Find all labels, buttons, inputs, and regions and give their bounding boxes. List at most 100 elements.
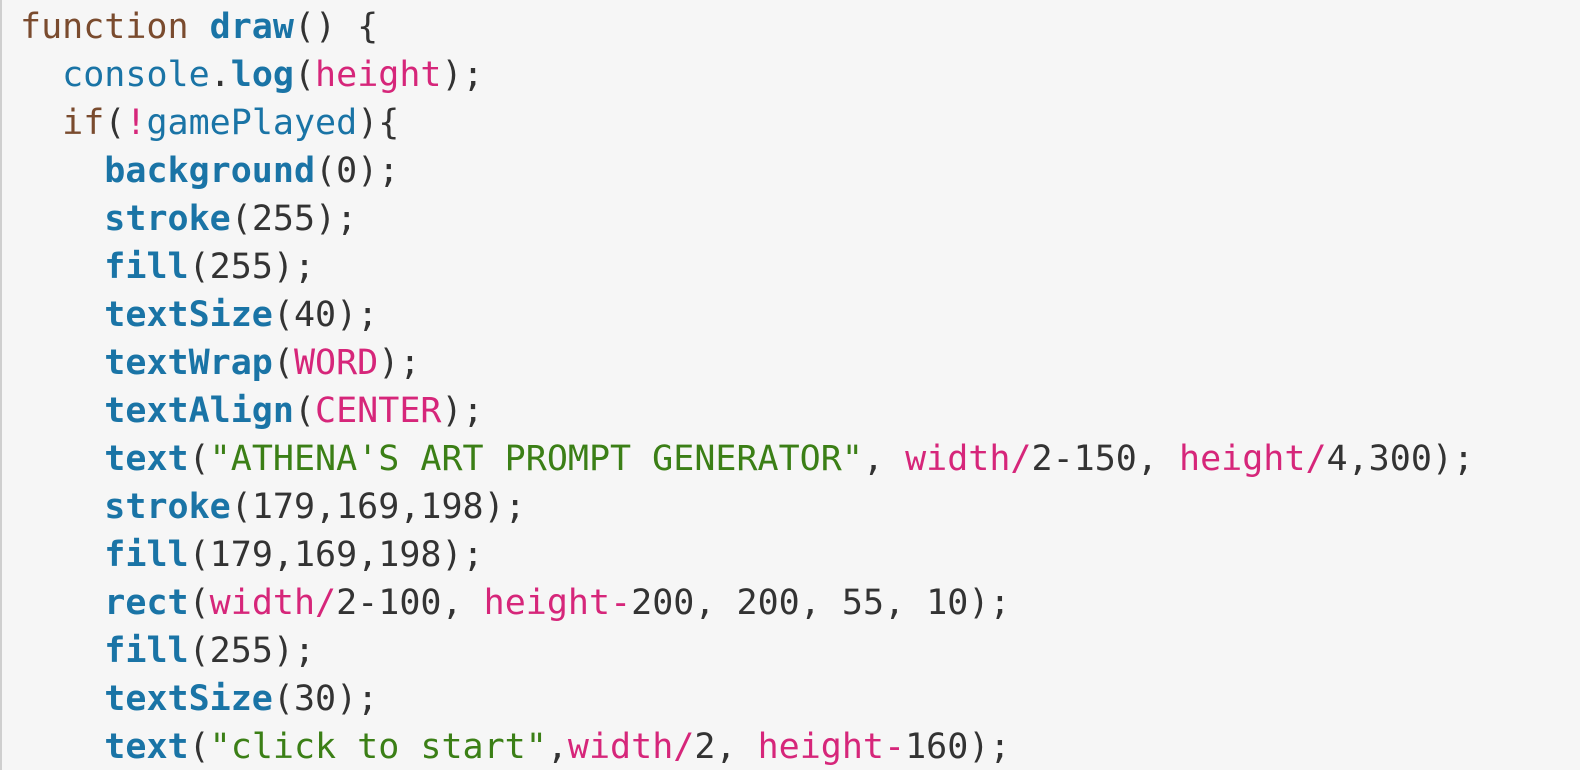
punctuation-token: (	[188, 535, 210, 575]
function-token: background	[104, 151, 316, 191]
code-line[interactable]: text("click to start",width/2, height-16…	[20, 723, 1580, 770]
punctuation-token: (	[272, 679, 294, 719]
number-token: 30	[293, 679, 337, 719]
punctuation-token	[20, 487, 104, 527]
number-token: 2-150	[1031, 439, 1137, 479]
code-block[interactable]: function draw() { console.log(height); i…	[2, 0, 1580, 770]
function-token: stroke	[104, 199, 231, 239]
function-token: rect	[104, 583, 189, 623]
code-line[interactable]: console.log(height);	[20, 51, 1580, 99]
punctuation-token: );	[336, 679, 379, 719]
operator-token: /	[1305, 439, 1327, 479]
variable-token: height	[757, 727, 885, 767]
punctuation-token: (	[293, 391, 316, 431]
punctuation-token: ){	[357, 103, 400, 143]
punctuation-token: ,	[1136, 439, 1180, 479]
number-token: 40	[293, 295, 337, 335]
code-line[interactable]: textSize(40);	[20, 291, 1580, 339]
punctuation-token: (	[315, 151, 337, 191]
string-token: "click to start"	[209, 727, 547, 767]
variable-token: CENTER	[315, 391, 442, 431]
punctuation-token	[20, 631, 104, 671]
punctuation-token: (	[272, 343, 294, 383]
number-token: 255	[209, 631, 273, 671]
punctuation-token: );	[483, 487, 526, 527]
punctuation-token	[20, 247, 104, 287]
number-token: 10	[926, 583, 969, 623]
punctuation-token: );	[441, 55, 484, 95]
code-line[interactable]: fill(179,169,198);	[20, 531, 1580, 579]
function-token: fill	[104, 535, 189, 575]
punctuation-token	[20, 439, 104, 479]
punctuation-token: ,	[799, 583, 842, 623]
punctuation-token: ,	[862, 439, 906, 479]
code-line[interactable]: if(!gamePlayed){	[20, 99, 1580, 147]
identifier-token: gamePlayed	[146, 103, 358, 143]
number-token: 255	[209, 247, 273, 287]
code-line[interactable]: rect(width/2-100, height-200, 200, 55, 1…	[20, 579, 1580, 627]
punctuation-token: (	[188, 631, 210, 671]
code-editor[interactable]: function draw() { console.log(height); i…	[0, 0, 1580, 770]
function-token: textAlign	[104, 391, 294, 431]
code-line[interactable]: text("ATHENA'S ART PROMPT GENERATOR", wi…	[20, 435, 1580, 483]
function-token: textWrap	[104, 343, 273, 383]
variable-token: width	[567, 727, 674, 767]
number-token: 55	[841, 583, 885, 623]
code-line[interactable]: textAlign(CENTER);	[20, 387, 1580, 435]
punctuation-token: );	[336, 295, 379, 335]
punctuation-token: (	[188, 439, 210, 479]
punctuation-token	[20, 535, 104, 575]
punctuation-token	[20, 151, 104, 191]
punctuation-token	[20, 343, 104, 383]
punctuation-token	[20, 103, 62, 143]
operator-token: /	[315, 583, 337, 623]
function-token: fill	[104, 631, 189, 671]
punctuation-token: ,	[694, 583, 737, 623]
punctuation-token: (	[230, 487, 252, 527]
punctuation-token	[20, 727, 104, 767]
punctuation-token	[20, 199, 104, 239]
variable-token: width	[209, 583, 316, 623]
punctuation-token: );	[968, 727, 1011, 767]
operator-token: !	[125, 103, 147, 143]
punctuation-token: (	[272, 295, 294, 335]
function-token: stroke	[104, 487, 231, 527]
number-token: 200	[631, 583, 695, 623]
variable-token: width	[905, 439, 1011, 479]
punctuation-token	[20, 295, 104, 335]
punctuation-token: );	[315, 199, 358, 239]
punctuation-token: );	[272, 247, 316, 287]
punctuation-token: ,	[884, 583, 927, 623]
number-token: 179,169,198	[251, 487, 484, 527]
code-line[interactable]: function draw() {	[20, 3, 1580, 51]
code-line[interactable]: textSize(30);	[20, 675, 1580, 723]
operator-token: -	[884, 727, 906, 767]
number-token: 255	[251, 199, 316, 239]
function-token: textSize	[104, 679, 273, 719]
operator-token: /	[673, 727, 695, 767]
function-token: draw	[209, 7, 294, 47]
punctuation-token: );	[441, 391, 484, 431]
punctuation-token: ,	[546, 727, 568, 767]
punctuation-token: () {	[293, 7, 379, 47]
punctuation-token: );	[357, 151, 400, 191]
number-token: 179,169,198	[209, 535, 442, 575]
code-line[interactable]: textWrap(WORD);	[20, 339, 1580, 387]
identifier-token: console	[62, 55, 210, 95]
punctuation-token	[20, 583, 104, 623]
punctuation-token	[20, 55, 62, 95]
code-line[interactable]: fill(255);	[20, 627, 1580, 675]
function-token: text	[104, 727, 189, 767]
code-line[interactable]: fill(255);	[20, 243, 1580, 291]
code-line[interactable]: stroke(255);	[20, 195, 1580, 243]
punctuation-token: ,	[715, 727, 758, 767]
variable-token: WORD	[293, 343, 379, 383]
operator-token: /	[1010, 439, 1032, 479]
punctuation-token: );	[272, 631, 316, 671]
code-line[interactable]: stroke(179,169,198);	[20, 483, 1580, 531]
function-token: log	[230, 55, 294, 95]
punctuation-token: ,	[441, 583, 484, 623]
code-line[interactable]: background(0);	[20, 147, 1580, 195]
punctuation-token: .	[209, 55, 231, 95]
number-token: 200	[736, 583, 800, 623]
